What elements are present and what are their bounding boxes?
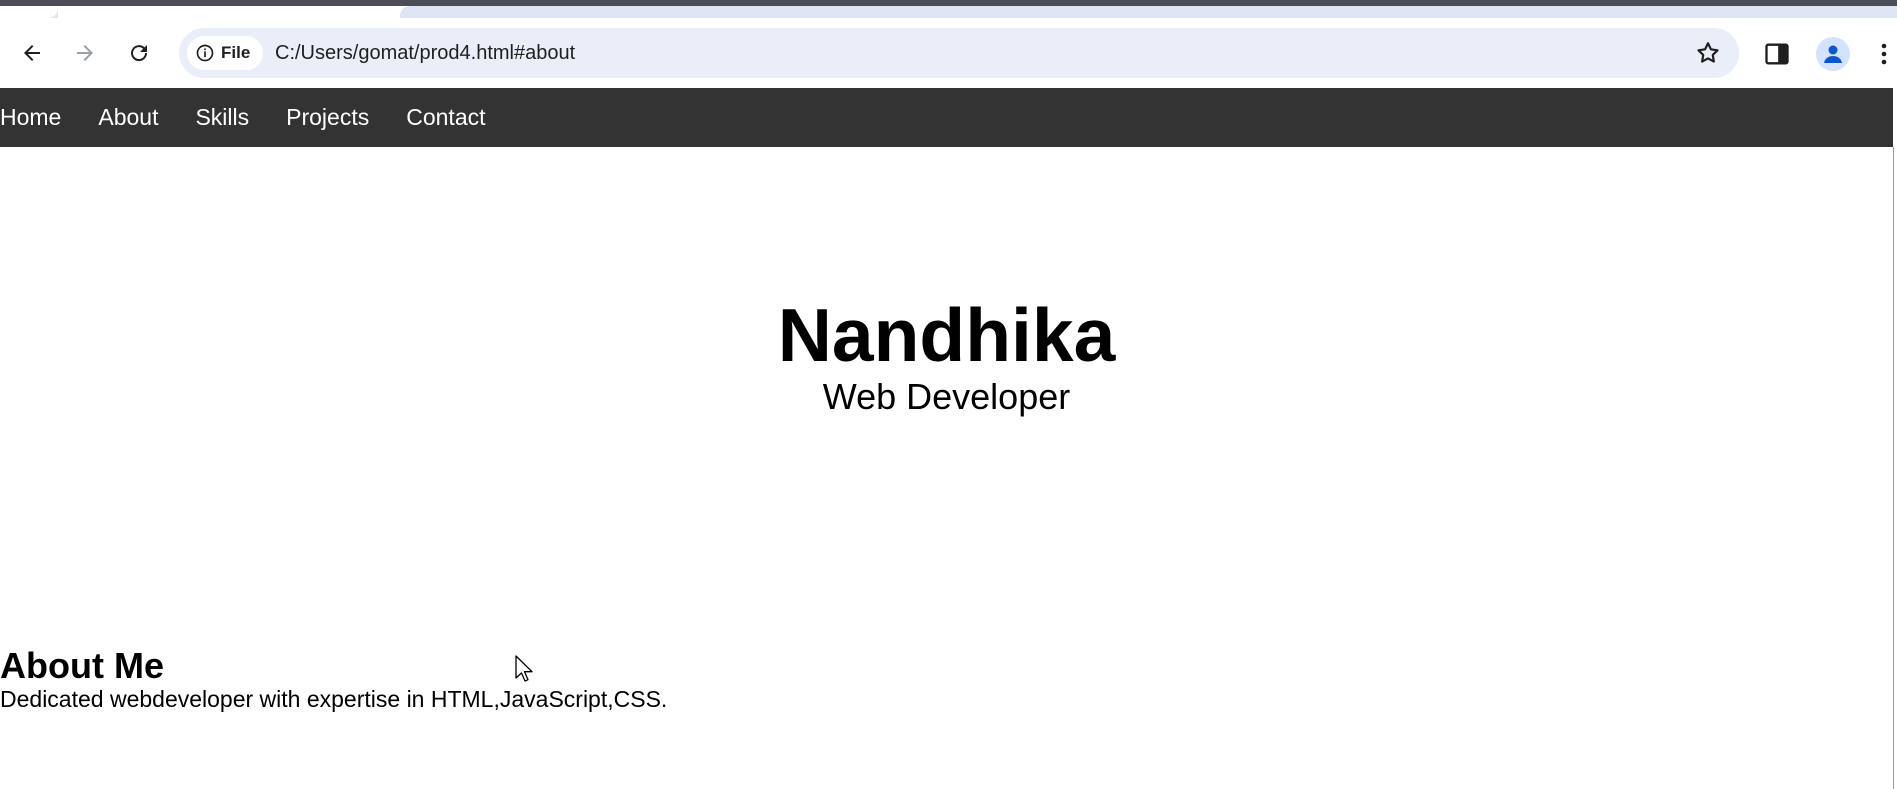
nav-link-about[interactable]: About — [98, 88, 158, 147]
nav-link-contact[interactable]: Contact — [406, 88, 485, 147]
forward-button[interactable] — [67, 35, 103, 71]
side-panel-icon[interactable] — [1763, 40, 1791, 68]
about-text: Dedicated webdeveloper with expertise in… — [0, 686, 668, 712]
about-heading: About Me — [0, 645, 164, 686]
tab-strip — [0, 0, 1897, 18]
info-icon — [196, 44, 214, 62]
nav-link-skills[interactable]: Skills — [195, 88, 249, 147]
site-nav-bar: Home About Skills Projects Contact — [0, 88, 1893, 147]
address-bar[interactable]: File C:/Users/gomat/prod4.html#about — [179, 28, 1739, 78]
tab-left-edge — [0, 6, 58, 18]
browser-toolbar: File C:/Users/gomat/prod4.html#about — [0, 18, 1897, 88]
nav-link-projects[interactable]: Projects — [286, 88, 369, 147]
page-scrollbar[interactable] — [1893, 147, 1897, 789]
site-info-label: File — [221, 43, 251, 62]
nav-link-home[interactable]: Home — [0, 88, 61, 147]
reload-button[interactable] — [121, 35, 157, 71]
hero-name: Nandhika — [777, 293, 1116, 377]
profile-avatar-icon[interactable] — [1816, 37, 1850, 71]
mouse-cursor-icon — [515, 655, 533, 682]
hero-section: Nandhika Web Developer — [0, 290, 1893, 417]
back-button[interactable] — [14, 35, 50, 71]
hero-role: Web Developer — [822, 376, 1071, 417]
forward-arrow-icon — [77, 45, 93, 61]
reload-icon — [131, 45, 148, 62]
more-vert-icon[interactable] — [1874, 40, 1894, 68]
url-text[interactable]: C:/Users/gomat/prod4.html#about — [275, 28, 575, 78]
star-icon[interactable] — [1695, 40, 1721, 66]
about-section: About Me Dedicated webdeveloper with exp… — [0, 645, 667, 712]
back-arrow-icon — [24, 45, 40, 61]
site-info-chip[interactable]: File — [187, 36, 263, 70]
active-tab[interactable] — [58, 6, 420, 18]
